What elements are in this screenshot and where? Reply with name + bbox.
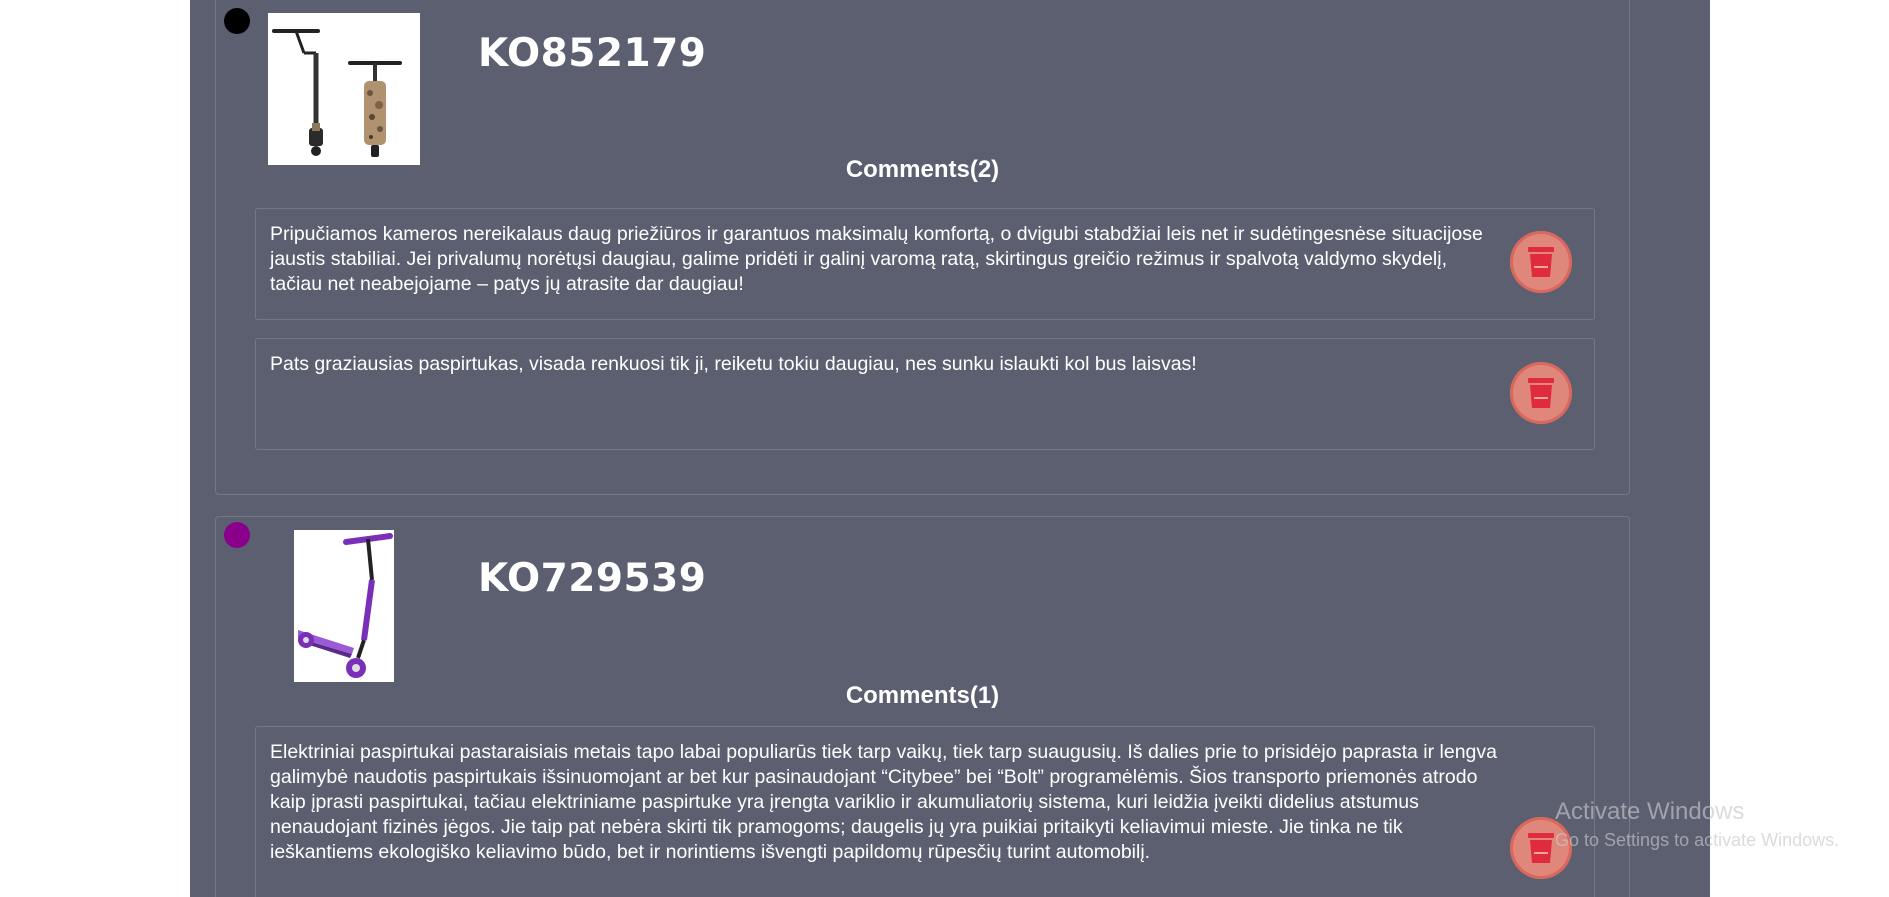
status-dot [224,8,250,34]
trash-icon [1528,247,1554,277]
scooter-list-panel: KO852179 Comments(2) Pripučiamos kameros… [190,0,1710,897]
black-camo-scooter-image [272,29,402,157]
trash-icon [1528,833,1554,863]
scooter-image [294,530,394,682]
comments-title: Comments(2) [845,156,1000,183]
delete-comment-button[interactable] [1510,231,1572,293]
comment-text: Elektriniai paspirtukai pastaraisiais me… [270,741,1497,863]
comment-text: Pats graziausias paspirtukas, visada ren… [270,353,1197,375]
purple-scooter-image [298,533,393,678]
comment-text: Pripučiamos kameros nereikalaus daug pri… [270,223,1483,295]
trash-icon [1528,378,1554,408]
activate-windows-watermark: Activate Windows [1555,798,1745,825]
comment-item: Pats graziausias paspirtukas, visada ren… [255,338,1595,450]
status-dot [224,522,250,548]
scooter-image [268,13,420,165]
scooter-code: KO729539 [478,556,707,601]
scooter-code: KO852179 [478,31,707,76]
delete-comment-button[interactable] [1510,362,1572,424]
comment-item: Elektriniai paspirtukai pastaraisiais me… [255,726,1595,897]
comments-title: Comments(1) [845,682,1000,709]
scooter-card: KO852179 Comments(2) Pripučiamos kameros… [215,0,1630,495]
activate-windows-subtext: Go to Settings to activate Windows. [1555,830,1840,850]
comment-item: Pripučiamos kameros nereikalaus daug pri… [255,208,1595,320]
scooter-card: KO729539 Comments(1) Elektriniai paspirt… [215,516,1630,897]
